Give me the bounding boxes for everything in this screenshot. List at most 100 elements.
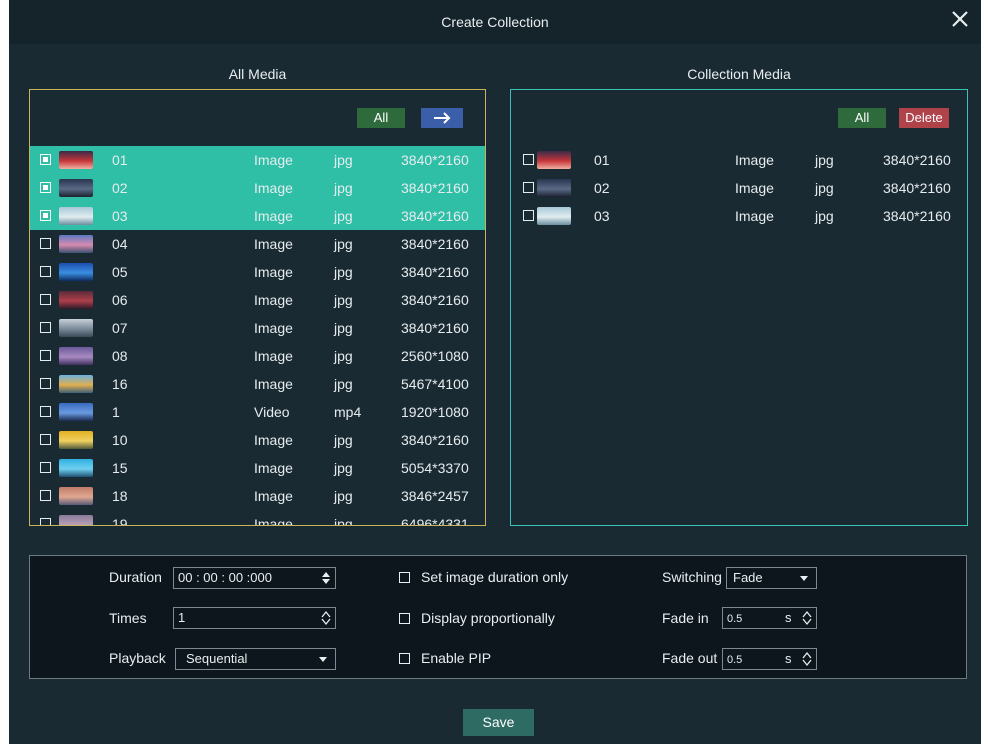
media-row[interactable]: 15 Image jpg 5054*3370: [30, 454, 485, 482]
row-checkbox[interactable]: [523, 154, 534, 165]
fade-out-field[interactable]: 0.5 s: [722, 648, 817, 670]
row-checkbox[interactable]: [40, 322, 51, 333]
media-resolution: 1920*1080: [401, 404, 469, 420]
media-thumbnail: [59, 459, 93, 477]
all-media-title: All Media: [228, 66, 287, 82]
times-value: 1: [178, 610, 186, 625]
media-row[interactable]: 03 Image jpg 3840*2160: [511, 202, 967, 230]
spinner-icon[interactable]: [802, 610, 812, 626]
media-row[interactable]: 02 Image jpg 3840*2160: [511, 174, 967, 202]
row-checkbox[interactable]: [40, 434, 51, 445]
duration-value: 00 : 00 : 00 :000: [178, 570, 272, 585]
duration-field[interactable]: 00 : 00 : 00 :000: [173, 567, 336, 589]
media-type: Video: [254, 404, 290, 420]
media-row[interactable]: 06 Image jpg 3840*2160: [30, 286, 485, 314]
times-field[interactable]: 1: [173, 607, 336, 629]
media-row[interactable]: 04 Image jpg 3840*2160: [30, 230, 485, 258]
media-format: jpg: [334, 348, 353, 364]
media-row[interactable]: 19 Image jpg 6496*4331: [30, 510, 485, 526]
media-format: jpg: [815, 180, 834, 196]
media-row[interactable]: 18 Image jpg 3846*2457: [30, 482, 485, 510]
collection-select-all-button[interactable]: All: [838, 108, 886, 128]
add-to-collection-button[interactable]: [421, 108, 463, 128]
media-format: mp4: [334, 404, 362, 420]
row-checkbox[interactable]: [40, 350, 51, 361]
display-proportionally-checkbox[interactable]: [399, 613, 410, 624]
row-checkbox[interactable]: [40, 490, 51, 501]
save-button[interactable]: Save: [463, 709, 534, 736]
media-resolution: 3840*2160: [401, 432, 469, 448]
row-checkbox[interactable]: [40, 294, 51, 305]
media-resolution: 3840*2160: [401, 292, 469, 308]
media-name: 19: [112, 516, 128, 526]
media-name: 05: [112, 264, 128, 280]
media-name: 01: [594, 152, 610, 168]
media-format: jpg: [815, 208, 834, 224]
media-name: 04: [112, 236, 128, 252]
collection-media-title: Collection Media: [687, 66, 791, 82]
media-name: 08: [112, 348, 128, 364]
media-thumbnail: [537, 207, 571, 225]
row-checkbox[interactable]: [40, 154, 51, 165]
spinner-icon[interactable]: [321, 610, 331, 626]
media-format: jpg: [334, 180, 353, 196]
set-image-duration-checkbox[interactable]: [399, 572, 410, 583]
row-checkbox[interactable]: [40, 266, 51, 277]
media-thumbnail: [59, 487, 93, 505]
media-row[interactable]: 16 Image jpg 5467*4100: [30, 370, 485, 398]
media-format: jpg: [334, 208, 353, 224]
media-format: jpg: [334, 320, 353, 336]
row-checkbox[interactable]: [40, 378, 51, 389]
media-row[interactable]: 02 Image jpg 3840*2160: [30, 174, 485, 202]
media-row[interactable]: 03 Image jpg 3840*2160: [30, 202, 485, 230]
media-name: 06: [112, 292, 128, 308]
row-checkbox[interactable]: [40, 406, 51, 417]
playback-select[interactable]: Sequential: [175, 648, 336, 670]
enable-pip-checkbox[interactable]: [399, 653, 410, 664]
spinner-icon[interactable]: [802, 651, 812, 667]
switching-label: Switching: [662, 569, 722, 585]
row-checkbox[interactable]: [40, 462, 51, 473]
media-row[interactable]: 05 Image jpg 3840*2160: [30, 258, 485, 286]
media-name: 1: [112, 404, 120, 420]
media-row[interactable]: 07 Image jpg 3840*2160: [30, 314, 485, 342]
delete-button[interactable]: Delete: [899, 108, 949, 128]
media-resolution: 3840*2160: [401, 264, 469, 280]
media-name: 10: [112, 432, 128, 448]
media-row[interactable]: 10 Image jpg 3840*2160: [30, 426, 485, 454]
media-type: Image: [254, 292, 293, 308]
title-bar: Create Collection: [9, 0, 981, 44]
media-format: jpg: [334, 488, 353, 504]
media-row[interactable]: 01 Image jpg 3840*2160: [30, 146, 485, 174]
media-name: 18: [112, 488, 128, 504]
media-type: Image: [254, 432, 293, 448]
fade-out-value: 0.5: [727, 654, 743, 666]
media-row[interactable]: 1 Video mp4 1920*1080: [30, 398, 485, 426]
media-thumbnail: [59, 431, 93, 449]
fade-in-field[interactable]: 0.5 s: [722, 607, 817, 629]
media-row[interactable]: 08 Image jpg 2560*1080: [30, 342, 485, 370]
spinner-icon[interactable]: [321, 570, 331, 586]
media-format: jpg: [334, 460, 353, 476]
playback-label: Playback: [109, 650, 166, 666]
media-resolution: 3840*2160: [401, 180, 469, 196]
media-type: Image: [254, 208, 293, 224]
media-format: jpg: [334, 376, 353, 392]
row-checkbox[interactable]: [523, 182, 534, 193]
close-icon[interactable]: [951, 10, 969, 28]
row-checkbox[interactable]: [40, 238, 51, 249]
switching-select[interactable]: Fade: [726, 567, 817, 589]
row-checkbox[interactable]: [40, 518, 51, 525]
select-all-button[interactable]: All: [357, 108, 405, 128]
row-checkbox[interactable]: [40, 210, 51, 221]
media-row[interactable]: 01 Image jpg 3840*2160: [511, 146, 967, 174]
media-thumbnail: [59, 375, 93, 393]
media-thumbnail: [59, 291, 93, 309]
media-resolution: 3840*2160: [401, 152, 469, 168]
row-checkbox[interactable]: [523, 210, 534, 221]
media-type: Image: [254, 348, 293, 364]
media-resolution: 3840*2160: [883, 152, 951, 168]
media-resolution: 5467*4100: [401, 376, 469, 392]
media-thumbnail: [59, 207, 93, 225]
row-checkbox[interactable]: [40, 182, 51, 193]
